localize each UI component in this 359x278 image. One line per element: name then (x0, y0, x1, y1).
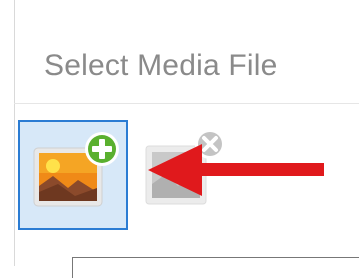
media-dialog: Select Media File (0, 0, 359, 278)
add-media-button[interactable] (18, 120, 128, 230)
media-list-panel (72, 257, 359, 278)
red-arrow-icon (148, 144, 324, 196)
image-add-icon (33, 132, 119, 207)
dialog-left-border (14, 0, 15, 266)
dialog-title: Select Media File (44, 49, 278, 82)
title-divider (14, 103, 359, 104)
